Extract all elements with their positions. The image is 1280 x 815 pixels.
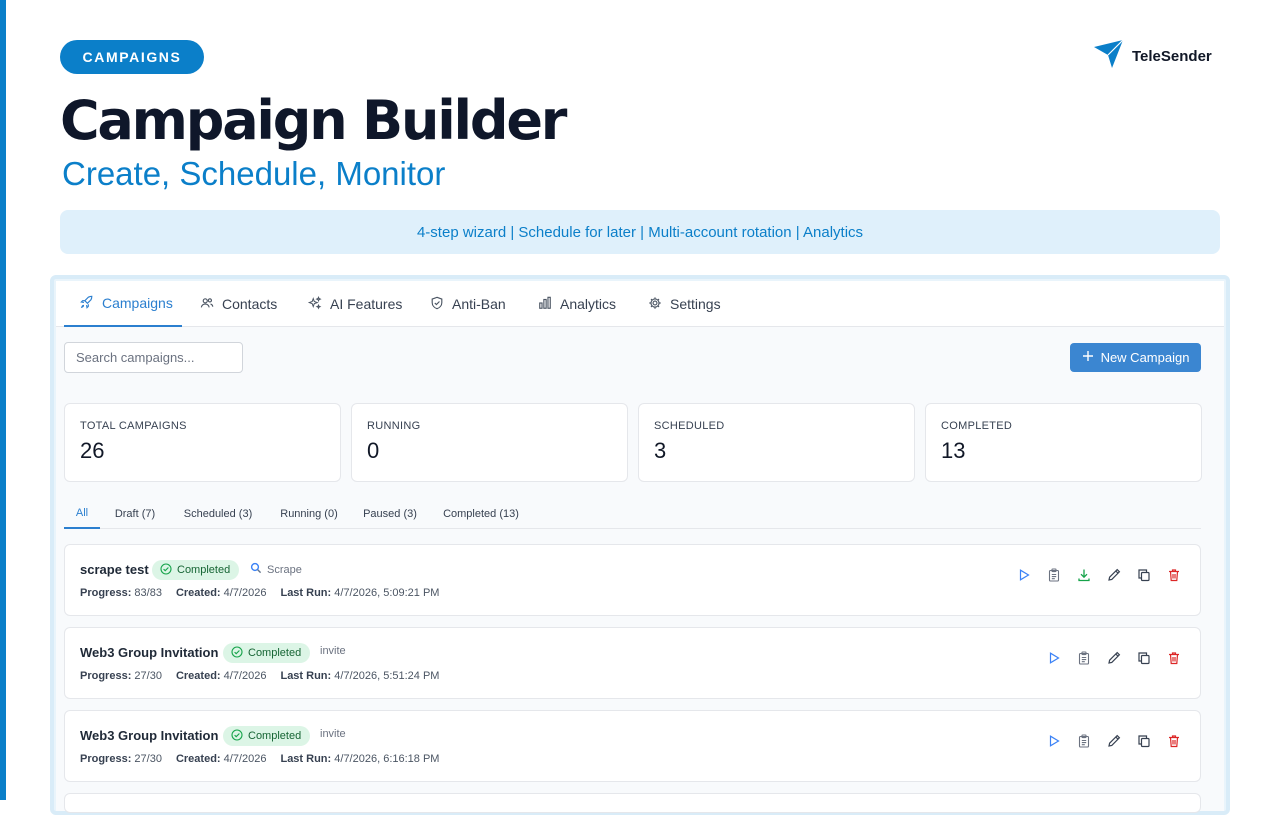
trash-icon[interactable] — [1166, 650, 1182, 666]
campaign-type: invite — [320, 645, 346, 657]
tab-ai-features[interactable]: AI Features — [307, 281, 402, 327]
users-icon — [200, 296, 214, 313]
bar-chart-icon — [538, 296, 552, 313]
stat-value: 26 — [80, 438, 105, 463]
card-actions — [1016, 567, 1182, 583]
campaign-type: Scrape — [250, 562, 302, 577]
check-circle-icon — [160, 562, 172, 578]
status-badge: Completed — [223, 726, 311, 746]
filter-paused[interactable]: Paused (3) — [359, 498, 421, 529]
play-icon[interactable] — [1046, 650, 1062, 666]
campaign-meta: Progress: 27/30 Created: 4/7/2026 Last Run… — [80, 670, 440, 682]
stat-scheduled: SCHEDULED 3 — [638, 403, 915, 482]
filter-draft[interactable]: Draft (7) — [110, 498, 160, 529]
trash-icon[interactable] — [1166, 567, 1182, 583]
brand-name: TeleSender — [1132, 48, 1212, 65]
magnifier-icon — [250, 562, 262, 577]
card-actions — [1046, 650, 1182, 666]
stat-value: 0 — [367, 438, 380, 463]
card-actions — [1046, 733, 1182, 749]
copy-icon[interactable] — [1136, 567, 1152, 583]
play-icon[interactable] — [1046, 733, 1062, 749]
campaign-card-partial[interactable] — [64, 793, 1201, 813]
status-badge: Completed — [223, 643, 311, 663]
sparkles-icon — [307, 295, 322, 313]
play-icon[interactable] — [1016, 567, 1032, 583]
rocket-icon — [80, 295, 94, 312]
campaign-name: Web3 Group Invitation — [80, 645, 219, 660]
page-subtitle: Create, Schedule, Monitor — [62, 155, 446, 192]
tab-anti-ban[interactable]: Anti-Ban — [430, 281, 506, 327]
tab-campaigns[interactable]: Campaigns — [64, 281, 182, 327]
stat-label: SCHEDULED — [654, 420, 725, 432]
section-pill: CAMPAIGNS — [60, 40, 204, 74]
filter-running[interactable]: Running (0) — [274, 498, 344, 529]
campaign-name: scrape test — [80, 562, 149, 577]
campaign-meta: Progress: 83/83 Created: 4/7/2026 Last Run… — [80, 587, 440, 599]
stat-running: RUNNING 0 — [351, 403, 628, 482]
clipboard-icon[interactable] — [1076, 733, 1092, 749]
shield-icon — [430, 296, 444, 313]
copy-icon[interactable] — [1136, 650, 1152, 666]
plus-icon — [1082, 350, 1094, 365]
filter-completed[interactable]: Completed (13) — [438, 498, 524, 529]
campaign-name: Web3 Group Invitation — [80, 728, 219, 743]
campaign-card[interactable]: Web3 Group Invitation Completed invite P… — [64, 627, 1201, 699]
stat-value: 13 — [941, 438, 966, 463]
download-icon[interactable] — [1076, 567, 1092, 583]
new-campaign-button[interactable]: New Campaign — [1070, 343, 1201, 372]
campaign-card[interactable]: scrape test Completed Scrape Progress: 8… — [64, 544, 1201, 616]
campaign-card[interactable]: Web3 Group Invitation Completed invite P… — [64, 710, 1201, 782]
clipboard-icon[interactable] — [1046, 567, 1062, 583]
clipboard-icon[interactable] — [1076, 650, 1092, 666]
filter-all[interactable]: All — [64, 498, 100, 529]
left-accent-bar — [0, 0, 6, 800]
stat-label: COMPLETED — [941, 420, 1013, 432]
status-badge: Completed — [152, 560, 240, 580]
stat-completed: COMPLETED 13 — [925, 403, 1202, 482]
tab-settings[interactable]: Settings — [648, 281, 721, 327]
tab-contacts[interactable]: Contacts — [200, 281, 277, 327]
page-title: Campaign Builder — [60, 89, 567, 152]
stat-value: 3 — [654, 438, 667, 463]
brand: TeleSender — [1092, 38, 1212, 75]
check-circle-icon — [231, 645, 243, 661]
tab-analytics[interactable]: Analytics — [538, 281, 616, 327]
campaign-meta: Progress: 27/30 Created: 4/7/2026 Last Run… — [80, 753, 440, 765]
stat-label: RUNNING — [367, 420, 421, 432]
stat-label: TOTAL CAMPAIGNS — [80, 420, 187, 432]
main-tabs: Campaigns Contacts AI Features Anti-Ban … — [56, 281, 1224, 327]
paper-plane-icon — [1092, 38, 1124, 75]
stat-total-campaigns: TOTAL CAMPAIGNS 26 — [64, 403, 341, 482]
status-filter-tabs: All Draft (7) Scheduled (3) Running (0) … — [64, 498, 1201, 529]
filter-scheduled[interactable]: Scheduled (3) — [178, 498, 258, 529]
check-circle-icon — [231, 728, 243, 744]
trash-icon[interactable] — [1166, 733, 1182, 749]
campaign-type: invite — [320, 728, 346, 740]
pencil-icon[interactable] — [1106, 567, 1122, 583]
copy-icon[interactable] — [1136, 733, 1152, 749]
features-banner: 4-step wizard | Schedule for later | Mul… — [60, 210, 1220, 254]
search-input[interactable] — [64, 342, 243, 373]
pencil-icon[interactable] — [1106, 650, 1122, 666]
pencil-icon[interactable] — [1106, 733, 1122, 749]
gear-icon — [648, 296, 662, 313]
